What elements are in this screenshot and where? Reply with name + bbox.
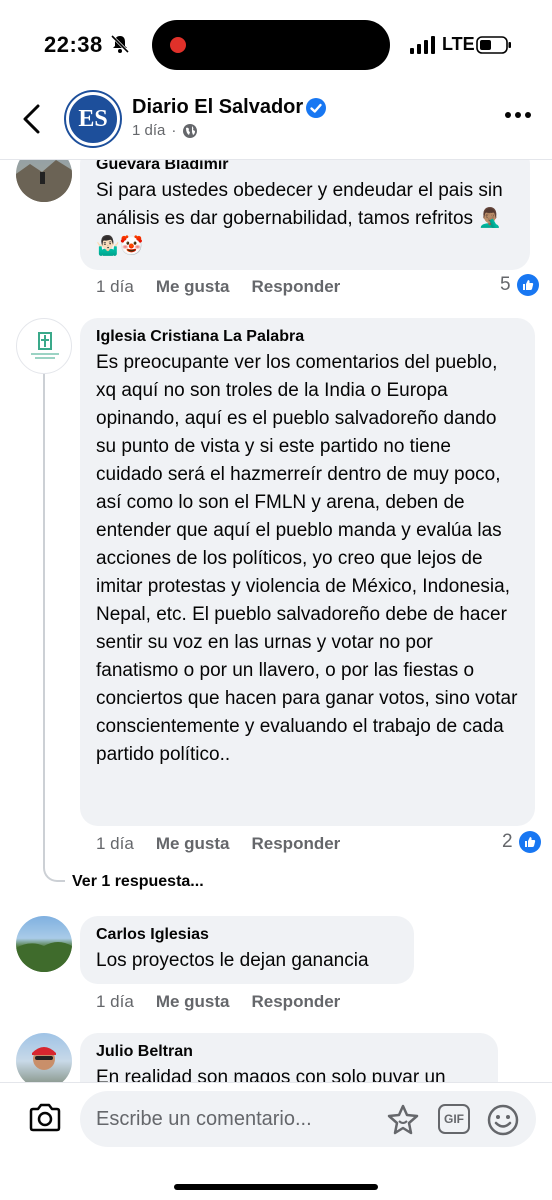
globe-icon [183,123,198,138]
like-count: 5 [500,274,511,295]
reaction-count[interactable]: 2 [502,831,541,853]
gif-label: GIF [444,1112,464,1126]
avatar[interactable] [16,160,72,202]
avatar-photo [16,942,72,972]
recording-indicator [170,37,186,53]
avatar[interactable] [16,916,72,972]
comment-bubble: Iglesia Cristiana La Palabra Es preocupa… [80,318,535,826]
comment-author[interactable]: Julio Beltran [96,1043,482,1061]
avatar-photo [16,160,72,202]
avatar[interactable] [16,318,72,374]
post-meta: 1 día · [132,122,198,139]
comment-actions: 1 día Me gusta Responder [96,277,340,297]
more-options-icon[interactable] [504,110,532,120]
comment-time: 1 día [96,277,134,296]
comment-bubble: Julio Beltran En realidad son magos con … [80,1033,498,1082]
comment-text: En realidad son magos con solo puyar un [96,1067,446,1082]
comment-composer: Escribe un comentario... GIF [0,1082,552,1200]
comment-text: Es preocupante ver los comentarios del p… [96,352,518,765]
thread-connector [43,860,65,882]
view-replies-link[interactable]: Ver 1 respuesta... [72,873,204,891]
comment-author[interactable]: Iglesia Cristiana La Palabra [96,328,519,346]
signal-icon [410,36,435,54]
bell-slash-icon [110,34,130,54]
comment-time: 1 día [96,834,134,853]
page-avatar[interactable]: ES [66,92,120,146]
comment-text: Los proyectos le dejan ganancia [96,950,369,971]
comment-placeholder: Escribe un comentario... [96,1108,312,1130]
reply-button[interactable]: Responder [252,992,341,1012]
page-logo-text: ES [78,105,108,132]
page-name[interactable]: Diario El Salvador [132,96,303,119]
status-time: 22:38 [44,32,103,57]
verified-badge-icon [306,98,326,118]
reaction-count[interactable]: 5 [500,274,539,296]
network-type: LTE [442,34,475,54]
reply-button[interactable]: Responder [252,834,341,854]
comment-author[interactable]: Carlos Iglesias [96,926,398,944]
comment-actions: 1 día Me gusta Responder [96,992,340,1012]
reply-button[interactable]: Responder [252,277,341,297]
comment-input[interactable]: Escribe un comentario... GIF [80,1091,536,1147]
post-time: 1 día [132,122,166,139]
comment-actions: 1 día Me gusta Responder [96,834,340,854]
like-reaction-icon [516,274,539,296]
avatar[interactable] [16,1033,72,1082]
comment-author[interactable]: Guevara Bladimir [96,160,514,174]
like-button[interactable]: Me gusta [156,992,230,1012]
comment-bubble: Carlos Iglesias Los proyectos le dejan g… [80,916,414,984]
comments-list: Guevara Bladimir Si para ustedes obedece… [0,160,552,1082]
thread-line [43,374,45,864]
camera-icon[interactable] [28,1103,62,1133]
battery-icon [476,36,511,54]
status-bar: 22:38 LTE [0,0,552,90]
like-button[interactable]: Me gusta [156,834,230,854]
comment-text: Si para ustedes obedecer y endeudar el p… [96,180,503,257]
like-button[interactable]: Me gusta [156,277,230,297]
gif-button[interactable]: GIF [438,1104,470,1134]
comment-bubble: Guevara Bladimir Si para ustedes obedece… [80,160,530,270]
back-arrow-icon[interactable] [20,104,44,134]
sticker-icon[interactable] [386,1103,420,1137]
home-indicator [174,1184,378,1190]
meta-separator: · [171,122,177,139]
like-reaction-icon [518,831,541,853]
dynamic-island [152,20,390,70]
emoji-icon[interactable] [486,1103,520,1137]
church-logo-icon [31,332,59,359]
avatar-photo [32,1047,56,1070]
comment-time: 1 día [96,992,134,1011]
post-header: ES Diario El Salvador 1 día · [0,90,552,160]
like-count: 2 [502,831,513,852]
